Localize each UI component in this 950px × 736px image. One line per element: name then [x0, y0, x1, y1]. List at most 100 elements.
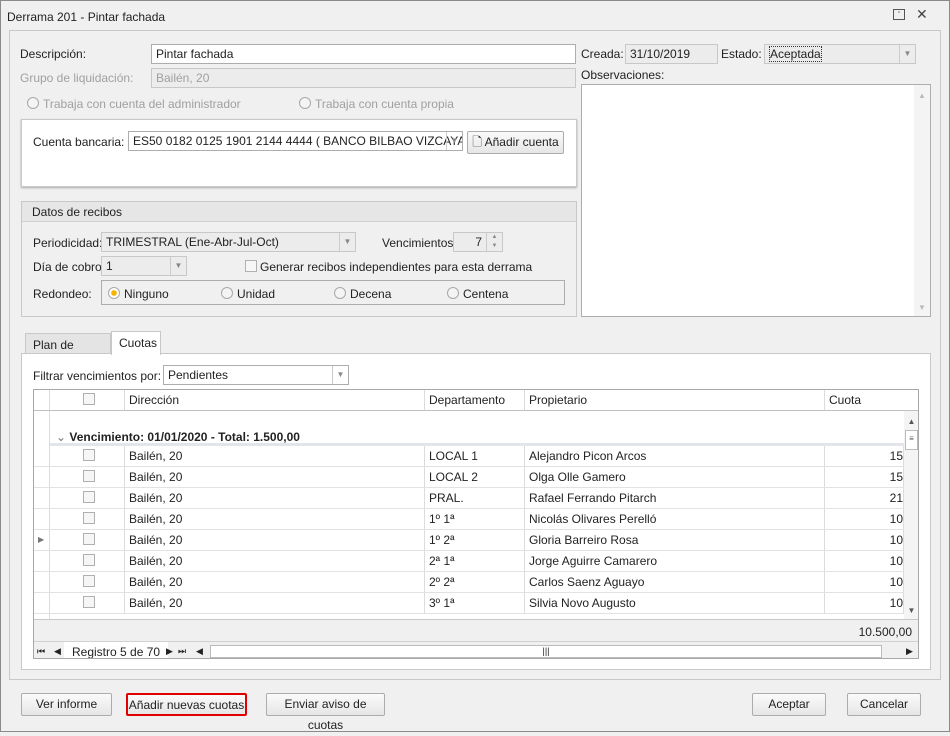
cell-departamento: LOCAL 2 [425, 467, 525, 487]
radio-centena[interactable] [447, 287, 459, 299]
cell-departamento: 2º 2ª [425, 572, 525, 592]
estado-value: Aceptada [769, 46, 822, 62]
scroll-thumb[interactable]: ≡ [905, 430, 918, 450]
cell-direccion: Bailén, 20 [125, 530, 425, 550]
select-all-checkbox[interactable] [83, 393, 95, 405]
cell-propietario: Olga Olle Gamero [525, 467, 825, 487]
row-check-cell [50, 488, 125, 508]
dia-value: 1 [106, 259, 113, 273]
row-checkbox[interactable] [83, 575, 95, 587]
scroll-right-icon[interactable]: ▶ [906, 646, 913, 657]
vencimientos-spinner[interactable]: 7 ▲ ▼ [453, 232, 503, 252]
row-check-cell [50, 572, 125, 592]
periodicidad-label: Periodicidad: [33, 236, 103, 250]
close-icon[interactable]: ✕ [916, 6, 928, 23]
scroll-left-icon[interactable]: ◀ [196, 646, 203, 657]
observaciones-textarea[interactable]: ▲ ▼ [581, 84, 931, 317]
tab-cuotas[interactable]: Cuotas [111, 331, 161, 355]
header-propietario[interactable]: Propietario [525, 390, 825, 410]
cell-cuota: 10 [825, 593, 904, 613]
table-row[interactable]: Bailén, 20 LOCAL 1 Alejandro Picon Arcos… [34, 446, 904, 467]
row-checkbox[interactable] [83, 512, 95, 524]
table-row[interactable]: Bailén, 20 LOCAL 2 Olga Olle Gamero 15 [34, 467, 904, 488]
cell-direccion: Bailén, 20 [125, 593, 425, 613]
cell-direccion: Bailén, 20 [125, 509, 425, 529]
scroll-down-icon[interactable]: ▼ [904, 606, 918, 615]
document-icon: 🗋 [472, 135, 482, 149]
vencimientos-value: 7 [475, 235, 482, 249]
radio-decena[interactable] [334, 287, 346, 299]
chevron-down-icon[interactable]: ⌄ [56, 430, 66, 444]
estado-select[interactable]: Aceptada ▼ [764, 44, 916, 64]
radio-ninguno[interactable] [108, 287, 120, 299]
group-label: Vencimiento: 01/01/2020 - Total: 1.500,0… [69, 430, 300, 444]
row-check-cell [50, 509, 125, 529]
anadir-cuotas-button[interactable]: Añadir nuevas cuotas [126, 693, 247, 716]
radio-unidad-label: Unidad [237, 287, 276, 301]
cell-propietario: Silvia Novo Augusto [525, 593, 825, 613]
indicator-header [34, 390, 50, 410]
prev-record-icon[interactable]: ◀ [54, 646, 61, 657]
cell-propietario: Jorge Aguirre Camarero [525, 551, 825, 571]
spin-icon[interactable]: ▲ ▼ [486, 233, 502, 251]
header-direccion[interactable]: Dirección [125, 390, 425, 410]
cell-departamento: 1º 2ª [425, 530, 525, 550]
cell-propietario: Nicolás Olivares Perelló [525, 509, 825, 529]
restore-icon[interactable]: ▫ [893, 9, 905, 20]
enviar-aviso-button[interactable]: Enviar aviso de cuotas [266, 693, 385, 732]
radio-propia[interactable] [299, 97, 311, 109]
cell-direccion: Bailén, 20 [125, 488, 425, 508]
radio-ninguno-label: Ninguno [124, 287, 169, 301]
creada-label: Creada: [581, 47, 624, 61]
filter-select[interactable]: Pendientes ▼ [163, 365, 349, 385]
cancelar-button[interactable]: Cancelar [847, 693, 921, 716]
table-row[interactable]: Bailén, 20 2º 2ª Carlos Saenz Aguayo 10 [34, 572, 904, 593]
cuenta-select[interactable]: ES50 0182 0125 1901 2144 4444 ( BANCO BI… [128, 131, 463, 151]
dia-select[interactable]: 1 ▼ [101, 256, 187, 276]
row-checkbox[interactable] [83, 533, 95, 545]
radio-admin[interactable] [27, 97, 39, 109]
table-row[interactable]: ▶ Bailén, 20 1º 2ª Gloria Barreiro Rosa … [34, 530, 904, 551]
first-record-icon[interactable]: ⏮ [37, 646, 45, 657]
vertical-scrollbar[interactable]: ▲ ≡ ▼ [904, 411, 918, 619]
horizontal-scroll-thumb[interactable]: ||| [210, 645, 882, 658]
header-cuota[interactable]: Cuota [825, 390, 918, 410]
aceptar-button[interactable]: Aceptar [752, 693, 826, 716]
row-check-cell [50, 593, 125, 613]
cell-propietario: Rafael Ferrando Pitarch [525, 488, 825, 508]
generar-checkbox[interactable] [245, 260, 257, 272]
filter-value: Pendientes [168, 368, 229, 382]
row-checkbox[interactable] [83, 449, 95, 461]
row-checkbox[interactable] [83, 596, 95, 608]
table-row[interactable]: Bailén, 20 3º 1ª Silvia Novo Augusto 10 [34, 593, 904, 614]
descripcion-input[interactable]: Pintar fachada [151, 44, 576, 64]
add-account-button[interactable]: 🗋 Añadir cuenta [467, 131, 564, 154]
chevron-down-icon: ▼ [332, 366, 348, 384]
next-record-icon[interactable]: ▶ [166, 646, 173, 657]
cell-propietario: Carlos Saenz Aguayo [525, 572, 825, 592]
table-row[interactable]: Bailén, 20 PRAL. Rafael Ferrando Pitarch… [34, 488, 904, 509]
periodicidad-select[interactable]: TRIMESTRAL (Ene-Abr-Jul-Oct) ▼ [101, 232, 356, 252]
table-row[interactable]: Bailén, 20 1º 1ª Nicolás Olivares Perell… [34, 509, 904, 530]
periodicidad-value: TRIMESTRAL (Ene-Abr-Jul-Oct) [106, 235, 279, 249]
row-checkbox[interactable] [83, 554, 95, 566]
observaciones-label: Observaciones: [581, 68, 665, 82]
cell-cuota: 15 [825, 446, 904, 466]
grid-total: 10.500,00 [34, 619, 918, 641]
cuenta-value: ES50 0182 0125 1901 2144 4444 ( BANCO BI… [133, 134, 463, 148]
radio-decena-label: Decena [350, 287, 392, 301]
cell-cuota: 10 [825, 530, 904, 550]
group-row[interactable]: ⌄ Vencimiento: 01/01/2020 - Total: 1.500… [50, 428, 904, 446]
table-row[interactable]: Bailén, 20 2ª 1ª Jorge Aguirre Camarero … [34, 551, 904, 572]
header-departamento[interactable]: Departamento [425, 390, 525, 410]
scrollbar[interactable]: ▲ ▼ [914, 85, 930, 316]
row-check-cell [50, 530, 125, 550]
last-record-icon[interactable]: ⏭ [178, 646, 186, 657]
row-check-cell [50, 446, 125, 466]
tab-plan-gastos[interactable]: Plan de gastos [25, 333, 111, 366]
row-checkbox[interactable] [83, 470, 95, 482]
radio-unidad[interactable] [221, 287, 233, 299]
scroll-up-icon[interactable]: ▲ [904, 417, 918, 426]
row-checkbox[interactable] [83, 491, 95, 503]
ver-informe-button[interactable]: Ver informe [21, 693, 112, 716]
